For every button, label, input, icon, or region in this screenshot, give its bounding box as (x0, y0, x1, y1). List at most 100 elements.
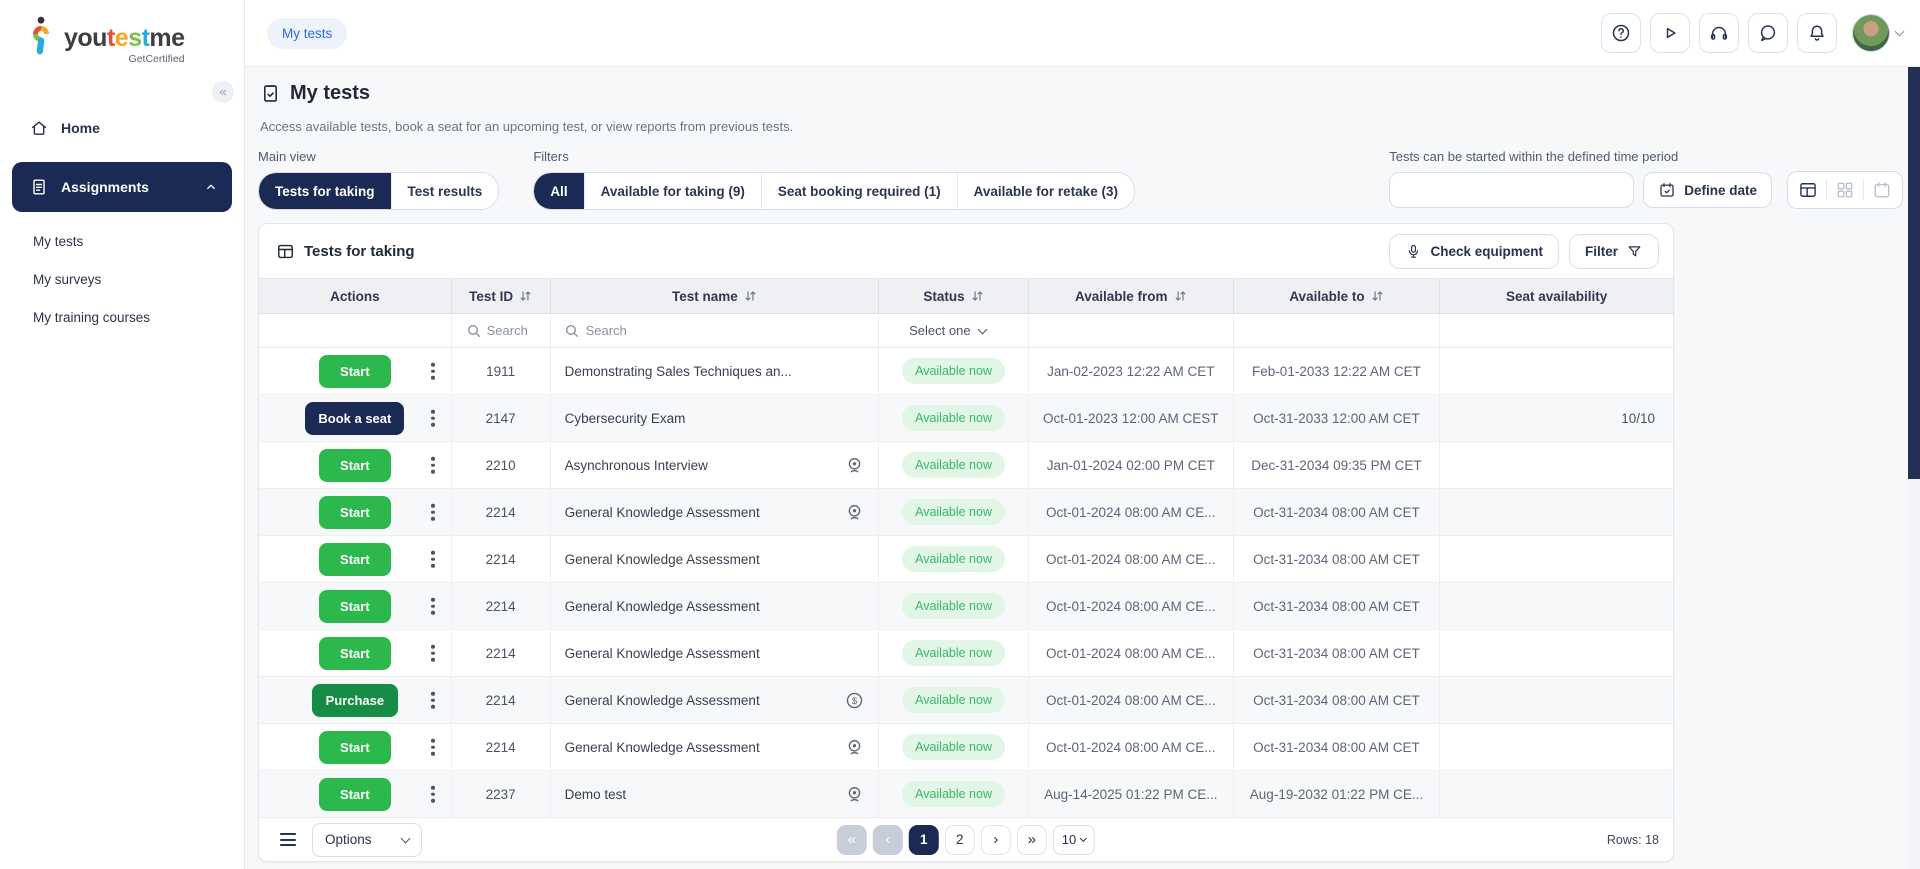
video-tutorial-button[interactable] (1650, 13, 1690, 53)
chat-icon (1757, 22, 1779, 44)
page-button-2[interactable]: 2 (945, 825, 975, 855)
webcam-icon (845, 456, 864, 475)
start-button[interactable]: Start (319, 496, 391, 529)
status-badge: Available now (902, 640, 1005, 666)
chevron-down-icon (1895, 27, 1905, 37)
available-from-filter-cell (1029, 314, 1234, 347)
row-menu-icon[interactable] (427, 782, 439, 807)
last-page-button[interactable]: » (1017, 825, 1047, 855)
user-menu[interactable] (1852, 14, 1903, 52)
start-button[interactable]: Start (319, 637, 391, 670)
avatar[interactable] (1852, 14, 1890, 52)
row-menu-icon[interactable] (427, 641, 439, 666)
start-button[interactable]: Start (319, 731, 391, 764)
start-button[interactable]: Start (319, 778, 391, 811)
status-cell: Available now (879, 771, 1029, 817)
check-equipment-button[interactable]: Check equipment (1389, 234, 1559, 269)
book-button[interactable]: Book a seat (305, 402, 404, 435)
breadcrumb[interactable]: My tests (267, 18, 347, 49)
sidebar-item-my-tests[interactable]: My tests (0, 222, 244, 260)
filter-tab-available-for-retake-3[interactable]: Available for retake (3) (957, 173, 1134, 209)
column-header-actions: Actions (259, 279, 452, 313)
row-menu-icon[interactable] (427, 594, 439, 619)
filter-tab-seat-booking-required-1[interactable]: Seat booking required (1) (761, 173, 957, 209)
table-row: Start 2214 General Knowledge Assessment … (259, 583, 1673, 630)
status-badge: Available now (902, 546, 1005, 572)
status-cell: Available now (879, 630, 1029, 676)
filters-label: Filters (533, 149, 1135, 164)
status-badge: Available now (902, 593, 1005, 619)
page-size-value: 10 (1062, 832, 1076, 847)
sort-icon (1174, 290, 1187, 302)
table-view-button[interactable] (1798, 180, 1818, 200)
sidebar-subnav: My tests My surveys My training courses (0, 222, 244, 336)
purchase-button[interactable]: Purchase (312, 684, 399, 717)
menu-icon[interactable] (276, 829, 300, 850)
period-input[interactable] (1389, 172, 1634, 208)
sidebar-item-assignments[interactable]: Assignments (12, 162, 232, 212)
filter-tab-available-for-taking-9[interactable]: Available for taking (9) (584, 173, 761, 209)
test-name: General Knowledge Assessment (565, 552, 760, 567)
row-menu-icon[interactable] (427, 359, 439, 384)
available-from-cell: Jan-01-2024 02:00 PM CET (1029, 442, 1234, 488)
available-from-cell: Oct-01-2024 08:00 AM CE... (1029, 583, 1234, 629)
page-size-select[interactable]: 10 (1053, 825, 1095, 855)
sidebar-collapse-button[interactable]: « (212, 81, 234, 103)
row-menu-icon[interactable] (427, 406, 439, 431)
actions-cell: Start (259, 583, 452, 629)
page-button-1[interactable]: 1 (909, 825, 939, 855)
seat-availability-cell (1440, 536, 1673, 582)
status-select[interactable]: Select one (879, 314, 1029, 347)
column-header-status[interactable]: Status (879, 279, 1029, 313)
main-view-label: Main view (258, 149, 499, 164)
sidebar-item-home[interactable]: Home (0, 110, 244, 146)
start-button[interactable]: Start (319, 449, 391, 482)
start-button[interactable]: Start (319, 590, 391, 623)
scrollbar-thumb[interactable] (1908, 67, 1920, 479)
grid-view-button[interactable] (1835, 180, 1855, 200)
help-button[interactable] (1601, 13, 1641, 53)
main-view-tab-test-results[interactable]: Test results (391, 173, 499, 209)
notifications-button[interactable] (1797, 13, 1837, 53)
filter-tab-all[interactable]: All (534, 173, 583, 209)
main-view-tab-tests-for-taking[interactable]: Tests for taking (259, 173, 391, 209)
calendar-view-button[interactable] (1872, 180, 1892, 200)
sidebar-item-my-training-courses[interactable]: My training courses (0, 298, 244, 336)
webcam-icon (845, 785, 864, 804)
column-label: Actions (330, 289, 380, 304)
sidebar-item-my-surveys[interactable]: My surveys (0, 260, 244, 298)
row-menu-icon[interactable] (427, 500, 439, 525)
first-page-button[interactable]: « (837, 825, 867, 855)
test-name-cell: General Knowledge Assessment (551, 724, 880, 770)
row-menu-icon[interactable] (427, 688, 439, 713)
logo-letter: you (64, 24, 107, 52)
divider (1826, 180, 1827, 200)
next-page-button[interactable]: › (981, 825, 1011, 855)
row-menu-icon[interactable] (427, 547, 439, 572)
define-date-button[interactable]: Define date (1643, 172, 1772, 208)
start-button[interactable]: Start (319, 543, 391, 576)
column-header-test-id[interactable]: Test ID (452, 279, 551, 313)
available-to-cell: Oct-31-2034 08:00 AM CET (1234, 630, 1441, 676)
row-menu-icon[interactable] (427, 735, 439, 760)
column-header-test-name[interactable]: Test name (551, 279, 880, 313)
test-name-search-input[interactable] (586, 323, 805, 338)
column-header-available-from[interactable]: Available from (1029, 279, 1234, 313)
support-button[interactable] (1699, 13, 1739, 53)
search-icon (565, 324, 579, 338)
prev-page-button[interactable]: ‹ (873, 825, 903, 855)
microphone-icon (1405, 243, 1422, 260)
options-dropdown[interactable]: Options (312, 823, 422, 857)
start-button[interactable]: Start (319, 355, 391, 388)
page-description: Access available tests, book a seat for … (260, 119, 1903, 134)
sidebar-nav: Home Assignments My tests My surveys My … (0, 110, 244, 336)
status-cell: Available now (879, 677, 1029, 723)
chat-button[interactable] (1748, 13, 1788, 53)
column-header-available-to[interactable]: Available to (1234, 279, 1441, 313)
available-from-cell: Oct-01-2024 08:00 AM CE... (1029, 536, 1234, 582)
filter-button[interactable]: Filter (1569, 234, 1659, 269)
sidebar: youtestme GetCertified « Home Assignment… (0, 0, 245, 869)
test-id-cell: 2147 (452, 395, 551, 441)
row-menu-icon[interactable] (427, 453, 439, 478)
test-id-search-input[interactable] (487, 323, 535, 338)
